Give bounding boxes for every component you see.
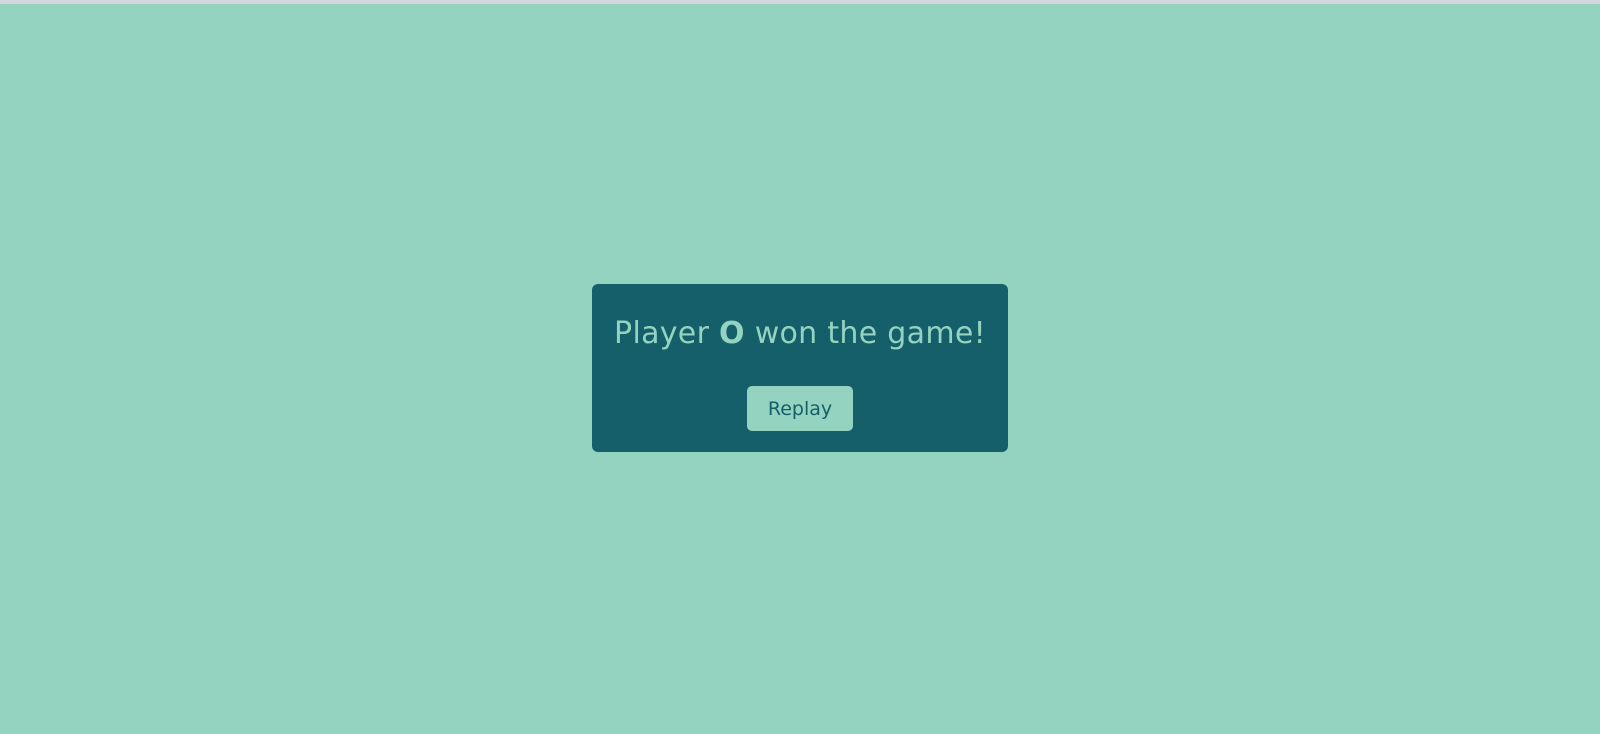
result-prefix: Player <box>614 316 720 351</box>
winner-mark: O <box>719 316 745 351</box>
replay-button[interactable]: Replay <box>747 386 853 431</box>
game-result-modal: Player O won the game! Replay <box>592 284 1008 452</box>
result-message: Player O won the game! <box>592 314 1008 354</box>
result-suffix: won the game! <box>744 316 986 351</box>
